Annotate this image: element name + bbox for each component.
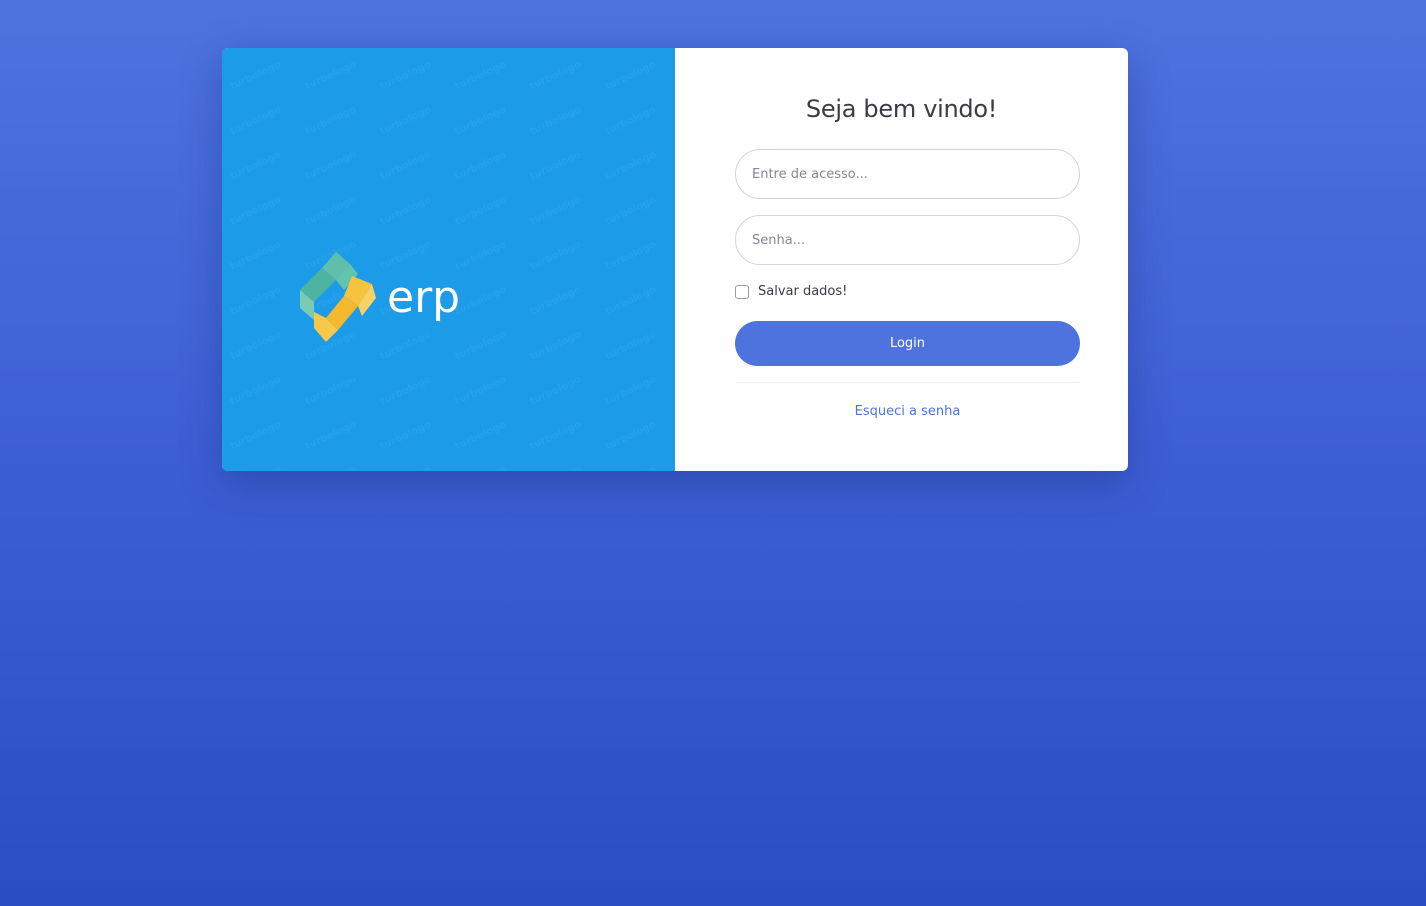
divider: [735, 382, 1080, 383]
logo-text: erp: [387, 272, 460, 323]
login-button[interactable]: Login: [735, 321, 1080, 366]
erp-logo: erp: [300, 252, 460, 342]
username-input[interactable]: [735, 149, 1080, 199]
login-form-panel: Seja bem vindo! Salvar dados! Login Esqu…: [675, 48, 1128, 471]
brand-panel: turbologo erp: [222, 48, 675, 471]
page-title: Seja bem vindo!: [805, 95, 998, 123]
remember-me-control[interactable]: Salvar dados!: [735, 284, 847, 299]
forgot-password-link[interactable]: Esqueci a senha: [735, 404, 1080, 419]
logo-mark-icon: [300, 252, 376, 342]
remember-me-label: Salvar dados!: [758, 284, 848, 299]
password-input[interactable]: [735, 215, 1080, 265]
remember-me-checkbox[interactable]: [735, 284, 749, 299]
login-card: turbologo erp Seja bem vindo!: [222, 48, 1128, 471]
